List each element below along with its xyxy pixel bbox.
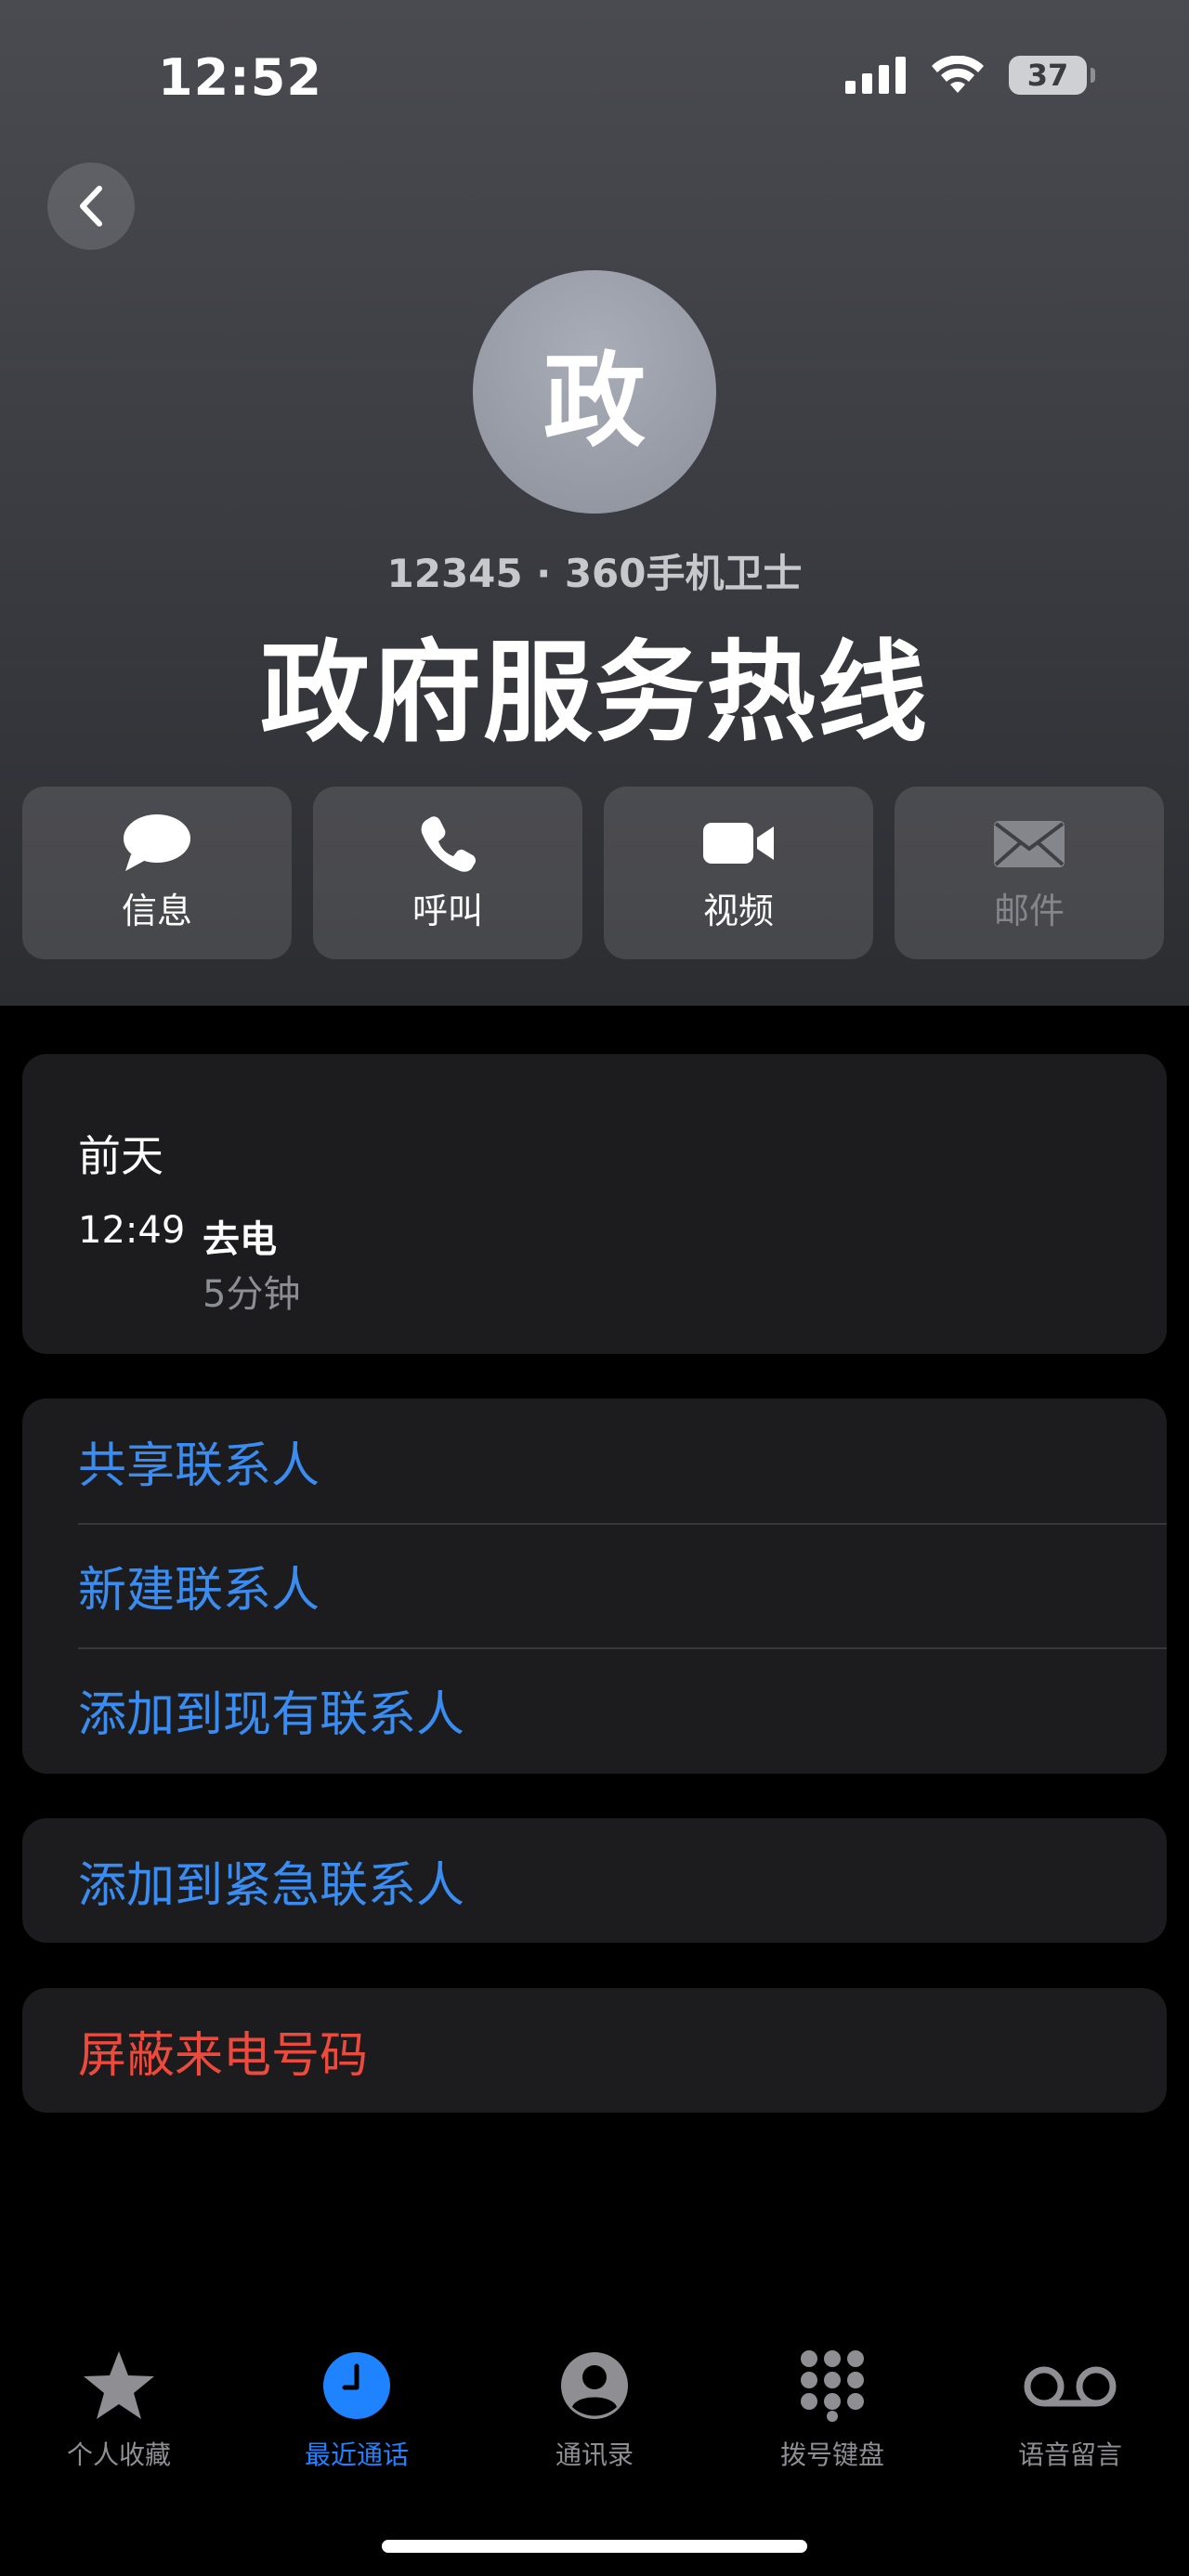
tab-favorites[interactable]: 个人收藏 (0, 2349, 238, 2489)
history-call-type: 去电 (203, 1218, 277, 1261)
tab-keypad[interactable]: 拨号键盘 (713, 2349, 951, 2489)
battery-level: 37 (1026, 58, 1069, 93)
clock-icon (323, 2352, 390, 2419)
video-camera-icon (703, 822, 774, 864)
back-button[interactable] (47, 163, 135, 250)
tab-keypad-label: 拨号键盘 (779, 2439, 884, 2470)
tab-bar: 个人收藏 最近通话 通讯录 拨号键盘 语音留言 (0, 2349, 1189, 2489)
avatar-initial: 政 (543, 342, 646, 461)
tab-recents[interactable]: 最近通话 (238, 2349, 476, 2489)
avatar: 政 (473, 270, 716, 514)
block-caller-button[interactable]: 屏蔽来电号码 (22, 1988, 1167, 2113)
message-bubble-icon (124, 813, 190, 871)
history-day: 前天 (78, 1131, 163, 1181)
tab-voicemail[interactable]: 语音留言 (951, 2349, 1189, 2489)
home-indicator[interactable] (382, 2540, 807, 2553)
call-history-card: 前天 12:49 去电 5分钟 (22, 1054, 1167, 1354)
star-icon (84, 2351, 154, 2419)
tab-voicemail-label: 语音留言 (1017, 2439, 1122, 2470)
mail-envelope-icon (994, 820, 1065, 867)
phone-icon (421, 815, 477, 872)
tab-favorites-label: 个人收藏 (66, 2439, 171, 2470)
history-duration: 5分钟 (203, 1273, 301, 1316)
tab-contacts[interactable]: 通讯录 (476, 2349, 713, 2489)
message-label: 信息 (121, 890, 192, 931)
person-circle-icon (561, 2352, 628, 2419)
add-emergency-contact-button[interactable]: 添加到紧急联系人 (22, 1818, 1167, 1943)
add-to-existing-contact-button[interactable]: 添加到现有联系人 (22, 1647, 1167, 1772)
video-label: 视频 (702, 890, 774, 931)
history-time: 12:49 (78, 1209, 186, 1252)
quick-actions: 信息 呼叫 视频 邮件 (22, 787, 1167, 959)
contact-header: 12:52 37 政 12345 · 360手机卫士 政府服务热线 信息 呼叫 … (0, 0, 1189, 1006)
mail-label: 邮件 (993, 890, 1065, 931)
mail-button[interactable]: 邮件 (895, 787, 1164, 959)
share-contact-button[interactable]: 共享联系人 (22, 1399, 1167, 1523)
cellular-signal-icon (845, 57, 906, 94)
voicemail-icon (1024, 2366, 1117, 2407)
video-button[interactable]: 视频 (604, 787, 873, 959)
tab-contacts-label: 通讯录 (555, 2439, 634, 2470)
wifi-icon (932, 56, 984, 93)
tab-recents-label: 最近通话 (304, 2439, 409, 2470)
keypad-icon (801, 2350, 864, 2422)
chevron-left-icon (80, 186, 102, 227)
status-icons: 37 (845, 56, 1095, 95)
call-label: 呼叫 (412, 890, 483, 931)
battery-indicator: 37 (1009, 56, 1095, 95)
call-button[interactable]: 呼叫 (313, 787, 582, 959)
message-button[interactable]: 信息 (22, 787, 292, 959)
contact-options-card: 共享联系人 新建联系人 添加到现有联系人 (22, 1399, 1167, 1774)
new-contact-button[interactable]: 新建联系人 (22, 1523, 1167, 1647)
contact-name: 政府服务热线 (259, 629, 929, 757)
status-time: 12:52 (158, 48, 322, 107)
contact-subtitle: 12345 · 360手机卫士 (386, 551, 803, 596)
